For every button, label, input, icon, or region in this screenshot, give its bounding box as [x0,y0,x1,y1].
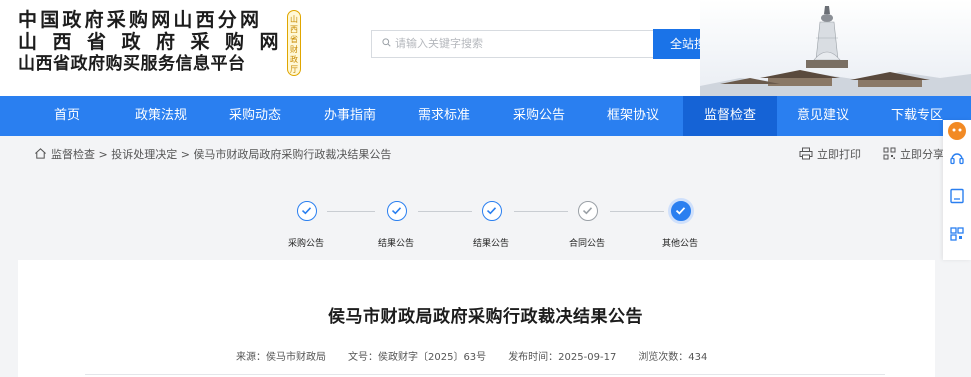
nav-item-announcements[interactable]: 采购公告 [506,96,572,136]
check-icon [391,207,402,215]
qr-code-icon [883,147,896,160]
mascot-avatar-icon[interactable] [946,120,968,142]
article-view-count: 浏览次数：434 [638,352,708,363]
check-icon [486,207,497,215]
breadcrumb-supervision[interactable]: 监督检查 [51,148,95,161]
search-icon [382,31,391,57]
home-icon[interactable] [34,147,47,160]
meta-divider [85,374,885,375]
nav-item-guide[interactable]: 办事指南 [317,96,383,136]
step-connector [418,211,472,212]
step-label: 采购公告 [288,239,325,249]
step-procurement-notice[interactable] [297,201,317,221]
step-contract-notice[interactable] [578,201,598,221]
step-other-notice[interactable] [671,201,691,221]
site-title-line2: 山西省政府采购网 [18,31,295,53]
step-connector [514,211,568,212]
breadcrumb-complaint-decisions[interactable]: 投诉处理决定 [111,148,177,161]
step-label: 结果公告 [473,239,510,249]
step-connector [327,211,375,212]
main-nav: 首页 政策法规 采购动态 办事指南 需求标准 采购公告 框架协议 监督检查 意见… [0,96,971,136]
site-header: 中国政府采购网山西分网 山西省政府采购网 山西省政府购买服务信息平台 山西省财政… [0,0,971,96]
pagoda-banner-image [700,0,971,96]
step-label: 结果公告 [378,239,415,249]
breadcrumb: 监督检查 > 投诉处理决定 > 侯马市财政局政府采购行政裁决结果公告 [34,146,391,164]
check-icon [582,207,593,215]
step-result-notice-2[interactable] [482,201,502,221]
floating-side-rail [943,120,971,260]
breadcrumb-separator: > [180,148,190,161]
print-label: 立即打印 [817,148,861,161]
feedback-form-icon[interactable] [949,188,965,204]
step-label: 合同公告 [569,239,606,249]
nav-item-supervision[interactable]: 监督检查 [683,96,777,136]
qr-code-icon[interactable] [949,226,965,242]
check-icon [301,207,312,215]
print-button[interactable]: 立即打印 [799,146,861,164]
step-result-notice-1[interactable] [387,201,407,221]
article-title: 侯马市财政局政府采购行政裁决结果公告 [328,307,643,327]
article-publish-time: 发布时间：2025-09-17 [508,352,617,363]
site-title-line3: 山西省政府购买服务信息平台 [18,54,246,74]
breadcrumb-separator: > [98,148,108,161]
article-meta: 来源：侯马市财政局 文号：侯政财字〔2025〕63号 发布时间：2025-09-17… [236,348,707,363]
search-placeholder: 请输入关键字搜索 [395,37,483,50]
nav-item-standards[interactable]: 需求标准 [411,96,477,136]
site-title-line1: 中国政府采购网山西分网 [18,9,263,31]
finance-dept-seal: 山西省财政厅 [287,10,301,76]
step-connector [610,211,664,212]
nav-item-feedback[interactable]: 意见建议 [790,96,856,136]
share-button[interactable]: 立即分享 [883,146,944,164]
nav-item-policies[interactable]: 政策法规 [128,96,194,136]
nav-item-framework[interactable]: 框架协议 [600,96,666,136]
breadcrumb-current: 侯马市财政局政府采购行政裁决结果公告 [193,148,392,161]
article-doc-number: 文号：侯政财字〔2025〕63号 [348,352,487,363]
page-root: 中国政府采购网山西分网 山西省政府采购网 山西省政府购买服务信息平台 山西省财政… [0,0,971,377]
customer-service-icon[interactable] [949,150,965,166]
site-logo-title[interactable]: 中国政府采购网山西分网 山西省政府采购网 山西省政府购买服务信息平台 [18,9,294,75]
share-label: 立即分享 [900,148,944,161]
step-label: 其他公告 [662,239,699,249]
nav-item-home[interactable]: 首页 [44,96,90,136]
seal-text: 山西省财政厅 [290,15,298,74]
check-icon [675,207,686,215]
nav-item-procurement-news[interactable]: 采购动态 [222,96,288,136]
printer-icon [799,147,813,160]
nav-item-downloads[interactable]: 下载专区 [884,96,950,136]
article-source: 来源：侯马市财政局 [236,352,326,363]
search-input[interactable]: 请输入关键字搜索 [371,30,654,58]
